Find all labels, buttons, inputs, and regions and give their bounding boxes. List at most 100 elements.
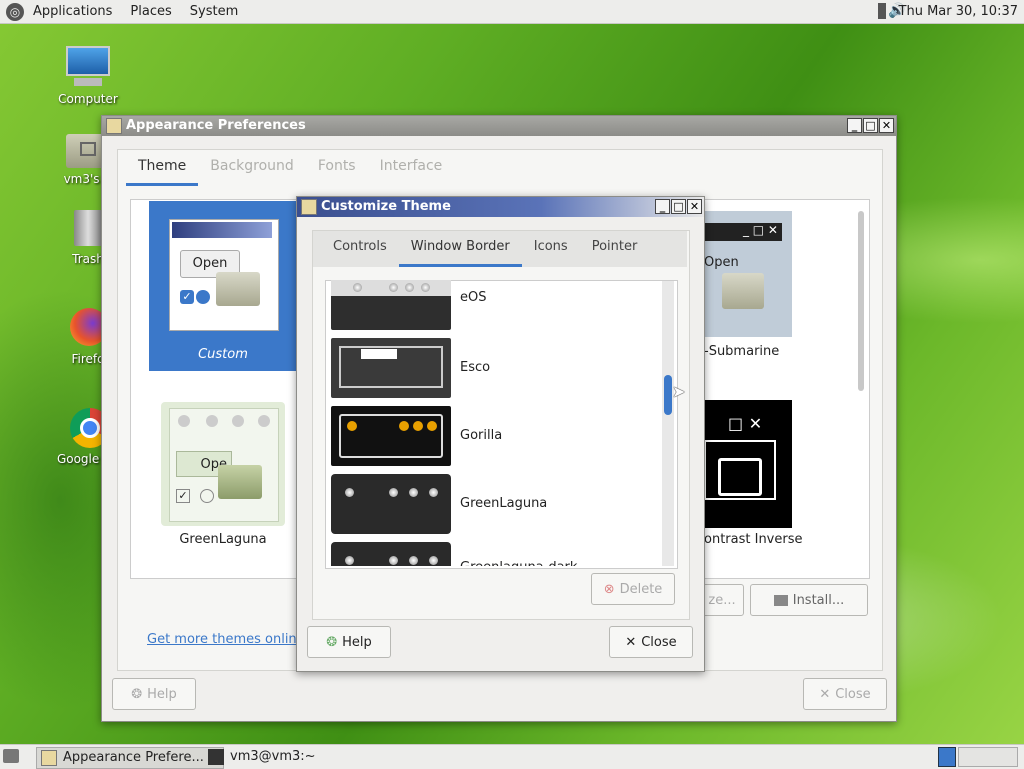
install-button[interactable]: Install... [750,584,868,616]
appearance-titlebar[interactable]: Appearance Preferences _ □ ✕ [102,116,896,136]
delete-button[interactable]: ⊗ Delete [591,573,675,605]
checkbox-checked-icon: ✓ [176,489,190,503]
preview-open-label: Open [704,255,739,270]
customize-titlebar[interactable]: Customize Theme _ □ ✕ [297,197,704,217]
list-item[interactable]: Gorilla [331,406,661,468]
close-icon: ✕ [819,686,831,702]
theme-preview: Open ✓ [169,219,279,331]
maximize-button[interactable]: □ [671,199,686,214]
delete-label: Delete [619,581,663,597]
mouse-cursor-icon: ➤ [672,382,686,401]
window-title: Appearance Preferences [126,118,306,133]
theme-name-high-contrast-inverse: ontrast Inverse [704,532,803,547]
close-window-button[interactable]: ✕ [879,118,894,133]
row-thumbnail [331,280,451,330]
workspace-switcher[interactable] [958,747,1018,767]
minimize-button[interactable]: _ [847,118,862,133]
show-desktop-icon[interactable] [3,749,19,763]
help-icon: ❂ [131,686,143,702]
row-name: Greenlaguna-dark [460,542,577,566]
close-label: Close [641,634,677,650]
delete-icon: ⊗ [603,581,615,597]
bottom-panel: Appearance Prefere... vm3@vm3:~ [0,744,1024,769]
terminal-icon [208,749,224,765]
theme-preview: □ ✕ [700,400,792,528]
customize-tabs: Controls Window Border Icons Pointer [321,231,649,267]
theme-card-greenlaguna[interactable]: Ope ✓ GreenLaguna [149,398,297,568]
theme-card-high-contrast-inverse[interactable]: □ ✕ ontrast Inverse [700,400,802,570]
help-label: Help [147,686,177,702]
radio-icon [200,489,214,503]
tab-window-border[interactable]: Window Border [398,230,522,267]
folder-icon [218,465,262,499]
tab-pointer[interactable]: Pointer [580,230,650,267]
menu-system[interactable]: System [181,0,247,23]
checkbox-checked-icon: ✓ [180,290,194,304]
top-panel: ◎ Applications Places System 🔊 Thu Mar 3… [0,0,1024,24]
theme-name-greenlaguna: GreenLaguna [179,532,267,547]
install-label: Install... [792,592,845,608]
customize-help-button[interactable]: ❂ Help [307,626,391,658]
customize-app-icon [301,199,317,215]
preview-open-label: Open [192,256,228,271]
get-more-themes-link[interactable]: Get more themes online [147,632,305,647]
row-name: Gorilla [460,428,503,443]
clock[interactable]: Thu Mar 30, 10:37 [899,0,1018,23]
tab-background[interactable]: Background [198,149,306,186]
tab-theme[interactable]: Theme [126,149,199,186]
theme-card-submarine[interactable]: _ □ ✕ Open -Submarine [700,201,800,371]
folder-icon [718,458,762,496]
close-icon: ✕ [625,634,637,650]
appearance-close-button[interactable]: ✕ Close [803,678,887,710]
customize-button[interactable]: ze... [700,584,744,616]
computer-icon [64,46,112,90]
list-item[interactable]: Esco [331,338,661,400]
tab-fonts[interactable]: Fonts [306,149,368,186]
theme-card-custom[interactable]: Open ✓ Custom [149,201,297,371]
appearance-tabs: Theme Background Fonts Interface [126,150,454,186]
theme-preview: Ope ✓ [161,402,285,526]
customize-close-button[interactable]: ✕ Close [609,626,693,658]
list-scrollbar-thumb[interactable] [664,375,672,415]
distro-logo-icon[interactable]: ◎ [6,2,24,21]
customize-label: ze... [708,592,736,608]
taskbar-item-appearance[interactable]: Appearance Prefere... [36,747,224,769]
list-item[interactable]: GreenLaguna [331,474,661,536]
dialog-title: Customize Theme [321,199,451,214]
help-label: Help [342,634,372,650]
taskbar-item-terminal[interactable]: vm3@vm3:~ [204,747,390,767]
list-item[interactable]: eOS [331,270,661,330]
appearance-app-icon [41,750,57,766]
network-icon[interactable] [878,3,886,19]
task-label: Appearance Prefere... [63,750,204,765]
maximize-button[interactable]: □ [863,118,878,133]
tab-icons[interactable]: Icons [522,230,580,267]
theme-preview: _ □ ✕ Open [700,211,792,337]
tab-interface[interactable]: Interface [368,149,455,186]
tab-controls[interactable]: Controls [321,230,399,267]
close-window-button[interactable]: ✕ [687,199,702,214]
desktop-icon-label: Computer [58,92,118,106]
folder-icon [722,273,764,309]
close-label: Close [835,686,871,702]
appearance-app-icon [106,118,122,134]
list-item[interactable]: Greenlaguna-dark [331,542,661,566]
theme-grid-scrollbar[interactable] [858,211,864,391]
radio-icon [196,290,210,304]
menu-places[interactable]: Places [121,0,180,23]
install-icon [773,594,788,606]
theme-name-custom: Custom [198,347,248,362]
folder-icon [216,272,260,306]
list-scrollbar-track[interactable] [662,281,674,566]
row-thumbnail [331,406,451,466]
appearance-help-button[interactable]: ❂ Help [112,678,196,710]
desktop-icon-computer[interactable]: Computer [43,46,133,106]
minimize-button[interactable]: _ [655,199,670,214]
menu-applications[interactable]: Applications [24,0,121,23]
help-icon: ❂ [326,634,338,650]
theme-name-submarine: -Submarine [704,344,780,359]
row-name: GreenLaguna [460,496,548,511]
row-thumbnail [331,338,451,398]
row-thumbnail [331,542,451,566]
workspace-switcher-active[interactable] [938,747,956,767]
